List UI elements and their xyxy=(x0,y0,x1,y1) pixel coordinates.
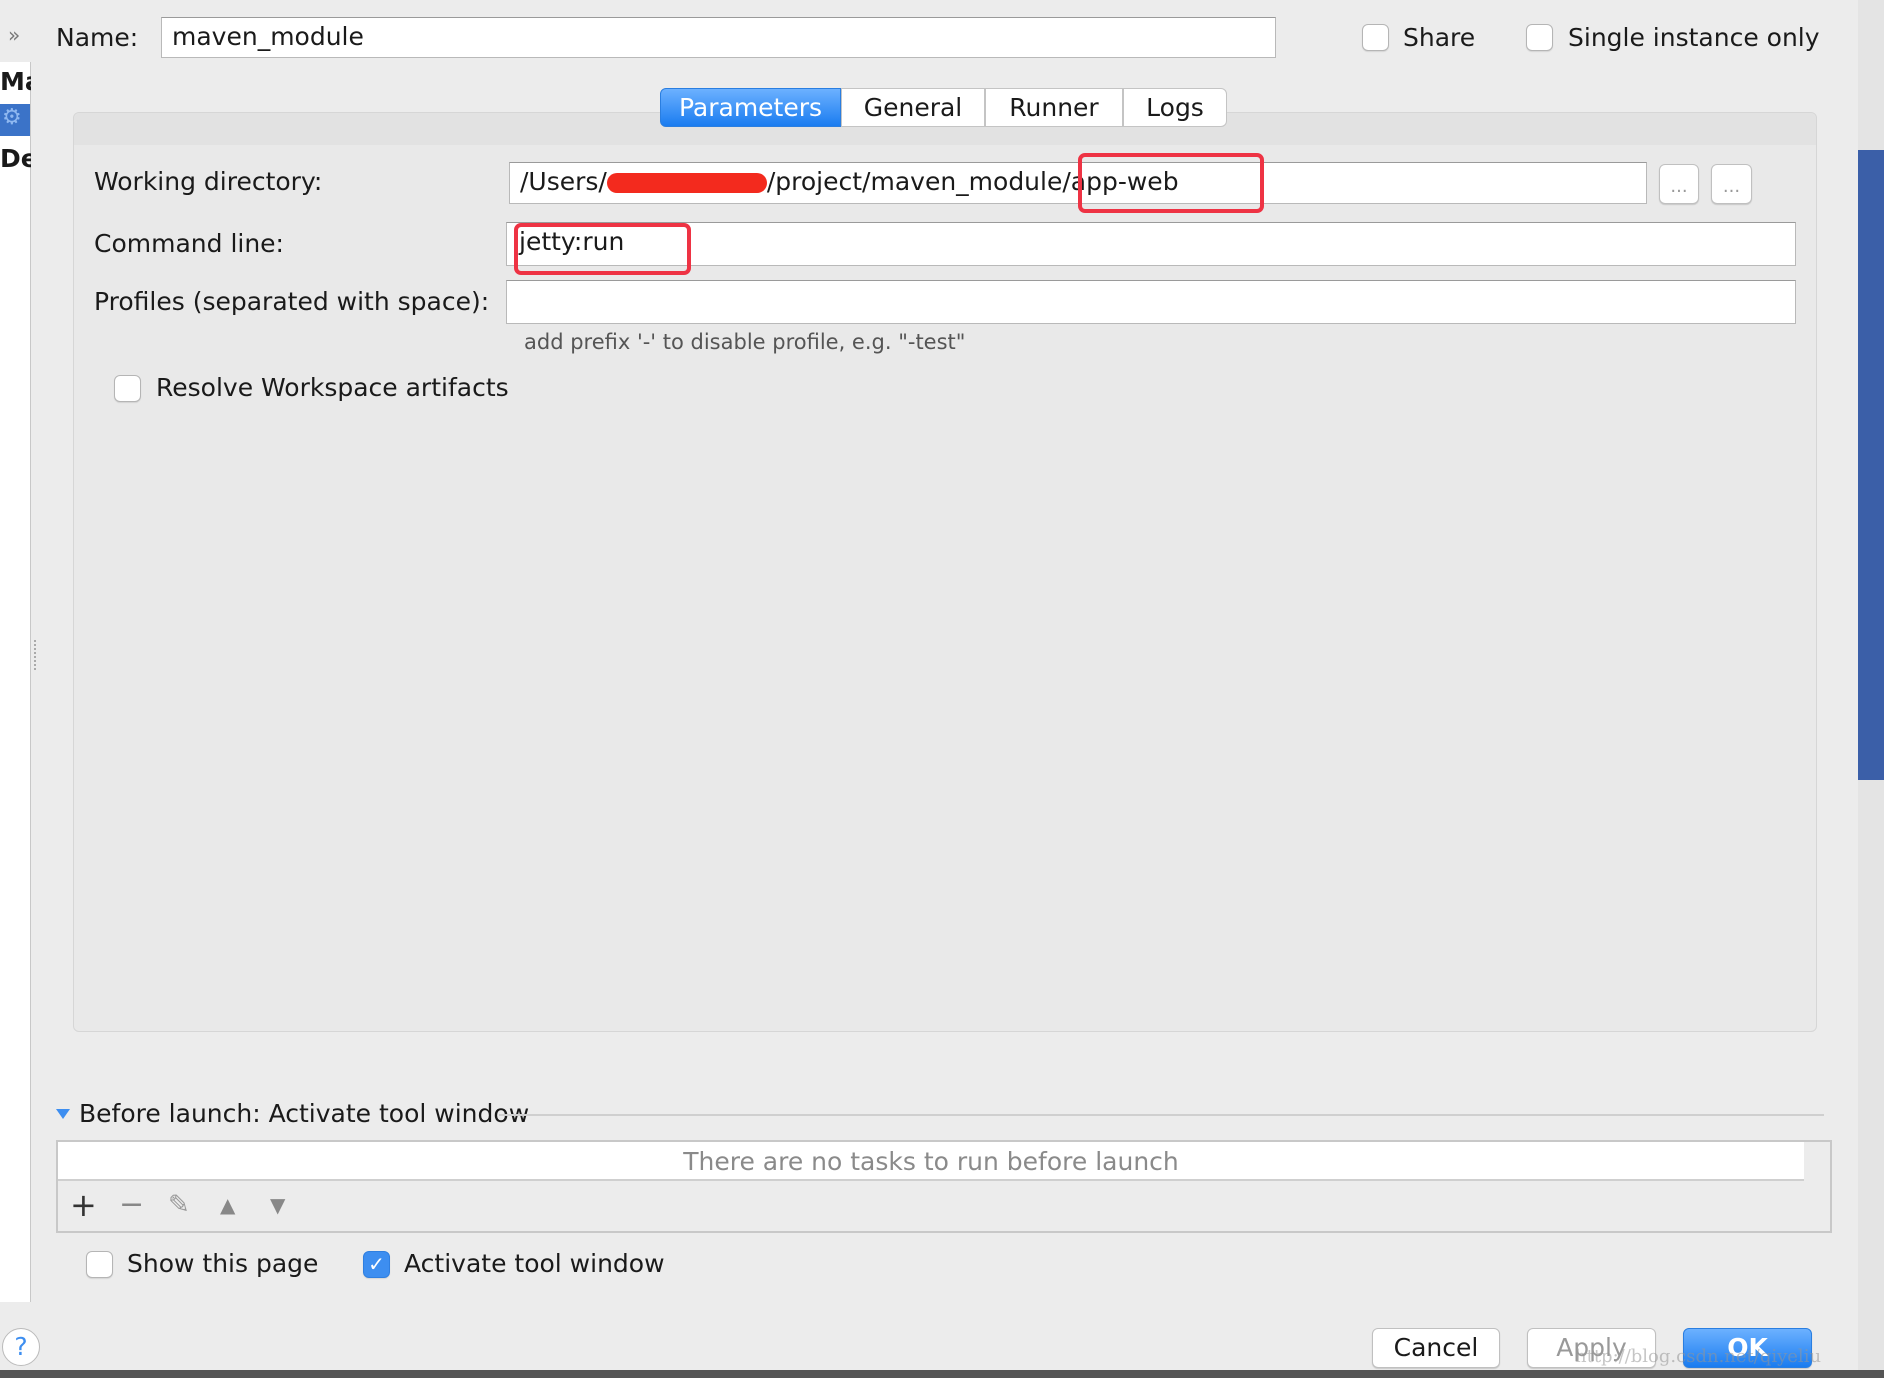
annotation-highlight-command xyxy=(514,223,691,275)
name-input[interactable]: maven_module xyxy=(161,17,1276,58)
help-icon: ? xyxy=(14,1332,28,1361)
path-prefix: /Users/ xyxy=(520,167,607,196)
browse-button[interactable]: ... xyxy=(1659,164,1699,204)
macro-button[interactable]: ... xyxy=(1711,164,1752,204)
name-label: Name: xyxy=(56,23,139,52)
empty-task-text: There are no tasks to run before launch xyxy=(683,1147,1179,1176)
sidebar xyxy=(0,62,31,1302)
arrow-down-icon[interactable]: ▼ xyxy=(270,1190,285,1220)
working-directory-label: Working directory: xyxy=(94,167,323,196)
profiles-hint: add prefix '-' to disable profile, e.g. … xyxy=(524,330,966,354)
pencil-icon[interactable]: ✎ xyxy=(168,1190,190,1220)
activate-tool-window-checkbox[interactable]: ✓ xyxy=(363,1251,390,1278)
sidebar-item-de[interactable]: De xyxy=(0,144,31,174)
profiles-label: Profiles (separated with space): xyxy=(94,287,490,316)
activate-tool-window-label[interactable]: Activate tool window xyxy=(404,1249,665,1279)
cancel-button[interactable]: Cancel xyxy=(1372,1328,1500,1368)
show-this-page-checkbox[interactable] xyxy=(86,1251,113,1278)
splitter-handle[interactable] xyxy=(34,640,38,670)
tab-parameters[interactable]: Parameters xyxy=(660,88,841,127)
redacted-username xyxy=(606,173,767,193)
gear-icon: ⚙ xyxy=(2,105,22,130)
annotation-highlight-app-web xyxy=(1078,153,1264,213)
sidebar-item-ma[interactable]: Ma xyxy=(0,67,31,97)
profiles-input[interactable] xyxy=(506,280,1796,324)
sidebar-item-selected[interactable]: ⚙ xyxy=(0,104,30,136)
arrow-up-icon[interactable]: ▲ xyxy=(220,1190,235,1220)
help-button[interactable]: ? xyxy=(2,1328,40,1366)
tab-general[interactable]: General xyxy=(841,88,985,127)
share-checkbox[interactable] xyxy=(1362,24,1389,51)
command-line-label: Command line: xyxy=(94,229,284,258)
background-blue-bar xyxy=(1858,150,1884,780)
plus-icon[interactable]: + xyxy=(70,1189,97,1221)
command-line-input[interactable]: jetty:run xyxy=(506,222,1796,266)
expand-icon[interactable]: » xyxy=(8,20,20,50)
share-label[interactable]: Share xyxy=(1403,23,1475,53)
resolve-workspace-label[interactable]: Resolve Workspace artifacts xyxy=(156,373,509,403)
tab-runner[interactable]: Runner xyxy=(985,88,1123,127)
collapse-triangle-icon[interactable] xyxy=(56,1109,70,1119)
watermark: http://blog.csdn.net/qiyeliu xyxy=(1575,1346,1822,1367)
window-bottom-edge xyxy=(0,1370,1884,1378)
before-launch-title: Before launch: Activate tool window xyxy=(79,1099,530,1128)
single-instance-checkbox[interactable] xyxy=(1526,24,1553,51)
tab-logs[interactable]: Logs xyxy=(1123,88,1227,127)
path-middle: /project/maven_module xyxy=(766,167,1063,196)
resolve-workspace-checkbox[interactable] xyxy=(114,375,141,402)
show-this-page-label[interactable]: Show this page xyxy=(127,1249,318,1279)
single-instance-label[interactable]: Single instance only xyxy=(1568,23,1820,53)
separator xyxy=(499,1114,1824,1116)
minus-icon[interactable]: − xyxy=(119,1190,144,1220)
